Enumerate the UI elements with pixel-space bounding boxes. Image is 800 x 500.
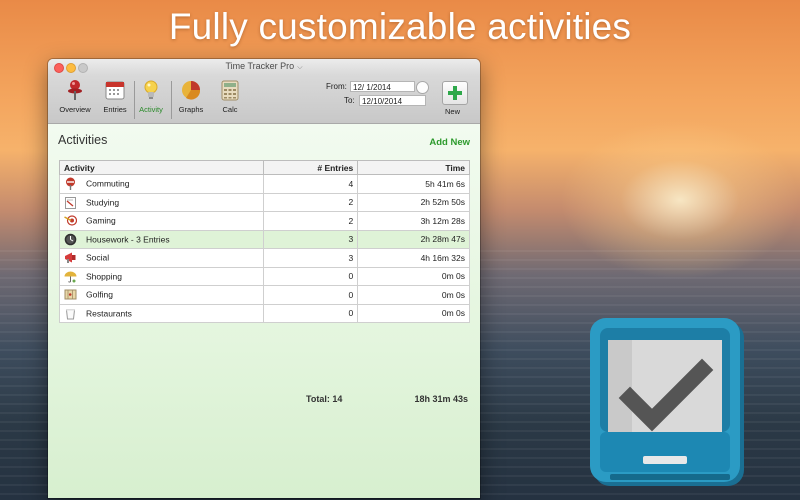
cup-icon [65,308,76,320]
from-label: From: [326,82,347,91]
window-title: Time Tracker Pro ⌵ [48,61,480,72]
column-header-entries[interactable]: # Entries [263,160,359,175]
time-cell: 0m 0s [357,266,470,286]
toolbar-activity-label: Activity [139,105,163,114]
window-title-text: Time Tracker Pro [225,61,295,71]
toolbar-separator [171,81,172,119]
activity-cell: Golfing [58,285,265,305]
activity-name: Commuting [86,178,130,189]
toolbar-separator [134,81,135,119]
toolbar-calc[interactable]: Calc [216,79,244,114]
entries-cell: 0 [263,285,359,305]
activity-name: Shopping [86,271,122,282]
entries-cell: 3 [263,229,359,249]
toolbar-overview-label: Overview [59,105,91,114]
activities-panel: Activities Add New Activity # Entries Ti… [48,124,480,498]
table-row[interactable]: Gaming 2 3h 12m 28s [58,211,470,231]
total-time: 18h 31m 43s [414,394,468,404]
headline: Fully customizable activities [168,6,632,47]
map-icon [64,289,77,300]
pushpin-icon [64,79,86,101]
calculator-icon [219,79,241,101]
entries-cell: 2 [263,211,359,231]
date-range-toggle[interactable] [416,81,429,94]
activity-cell: Restaurants [58,303,265,323]
time-cell: 4h 16m 32s [357,248,470,268]
activity-name: Housework - 3 Entries [86,234,170,245]
time-cell: 0m 0s [357,303,470,323]
total-entries: Total: 14 [306,394,343,404]
table-row[interactable]: Shopping 0 0m 0s [58,266,470,286]
activity-name: Golfing [86,289,113,300]
activity-name: Restaurants [86,308,132,319]
activity-cell: Social [58,248,265,268]
column-header-time[interactable]: Time [357,160,470,175]
time-cell: 0m 0s [357,285,470,305]
from-date-field[interactable]: 12/ 1/2014 [350,81,415,92]
table-row-selected[interactable]: Housework - 3 Entries 3 2h 28m 47s [58,229,470,249]
pie-chart-icon [180,79,202,101]
table-header-row: Activity # Entries Time [58,160,470,175]
toolbar-activity[interactable]: Activity [136,79,166,114]
toolbar-entries-label: Entries [103,105,127,114]
toolbar-overview[interactable]: Overview [58,79,92,114]
time-cell: 2h 52m 50s [357,192,470,212]
activity-name: Social [86,252,110,263]
table-row[interactable]: Restaurants 0 0m 0s [58,303,470,323]
activity-cell: Studying [58,192,265,212]
activities-table: Activity # Entries Time Commuting 4 5h 4… [58,160,470,323]
entries-cell: 0 [263,303,359,323]
add-new-link[interactable]: Add New [429,137,470,148]
app-logo-icon [590,318,744,486]
notepad-icon [65,196,76,209]
time-cell: 2h 28m 47s [357,229,470,249]
toolbar-calc-label: Calc [222,105,238,114]
table-row[interactable]: Commuting 4 5h 41m 6s [58,174,470,194]
toolbar-graphs-label: Graphs [178,105,204,114]
activity-cell: Shopping [58,266,265,286]
target-icon [64,215,77,226]
activity-name: Gaming [86,215,116,226]
toolbar-entries[interactable]: Entries [101,79,129,114]
to-date-field[interactable]: 12/10/2014 [359,95,426,106]
activity-cell: Housework - 3 Entries [58,229,265,249]
clock-icon [64,233,77,246]
stop-sign-icon [66,177,75,191]
megaphone-icon [65,252,76,264]
plus-icon [448,86,462,100]
table-row[interactable]: Studying 2 2h 52m 50s [58,192,470,212]
entries-cell: 2 [263,192,359,212]
activity-cell: Gaming [58,211,265,231]
time-cell: 3h 12m 28s [357,211,470,231]
section-title: Activities [58,133,108,147]
toolbar: Overview Entries Activity Graphs Calc Fr… [48,75,480,124]
new-button[interactable] [442,81,468,105]
table-row[interactable]: Golfing 0 0m 0s [58,285,470,305]
activity-name: Studying [86,197,120,208]
time-cell: 5h 41m 6s [357,174,470,194]
to-label: To: [344,96,355,105]
umbrella-icon [64,271,77,283]
toolbar-graphs[interactable]: Graphs [176,79,206,114]
new-button-label: New [445,107,461,116]
lightbulb-icon [140,79,162,101]
activity-cell: Commuting [58,174,265,194]
chevron-down-icon[interactable]: ⌵ [297,64,302,71]
app-window: Time Tracker Pro ⌵ Overview Entries Acti… [48,59,480,498]
title-bar[interactable]: Time Tracker Pro ⌵ [48,59,480,75]
column-header-activity[interactable]: Activity [58,160,265,175]
entries-cell: 4 [263,174,359,194]
entries-cell: 0 [263,266,359,286]
calendar-icon [104,79,126,101]
table-row[interactable]: Social 3 4h 16m 32s [58,248,470,268]
entries-cell: 3 [263,248,359,268]
